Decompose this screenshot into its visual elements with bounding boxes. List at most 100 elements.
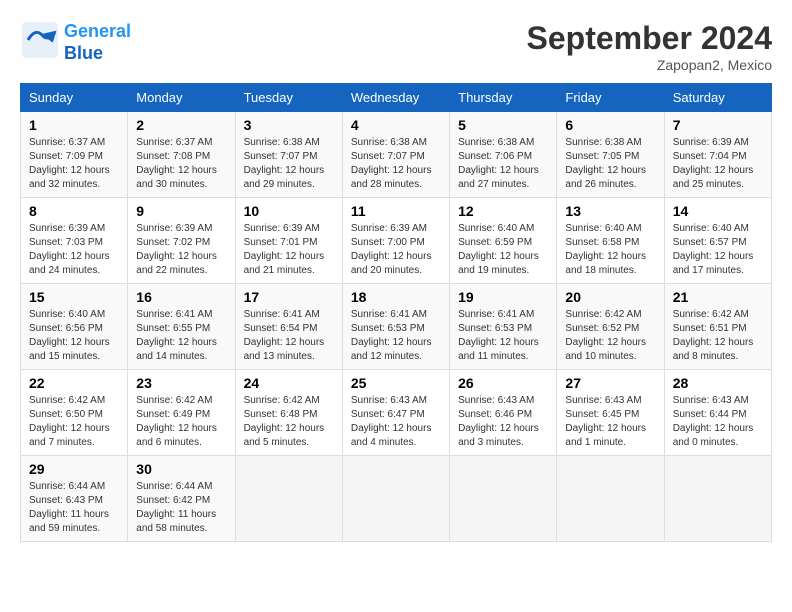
- day-number: 14: [673, 203, 763, 219]
- table-row: [342, 456, 449, 542]
- day-number: 17: [244, 289, 334, 305]
- day-number: 16: [136, 289, 226, 305]
- day-info: Sunrise: 6:42 AM Sunset: 6:49 PM Dayligh…: [136, 394, 226, 450]
- header-sunday: Sunday: [21, 84, 128, 112]
- day-number: 23: [136, 375, 226, 391]
- table-row: 9 Sunrise: 6:39 AM Sunset: 7:02 PM Daylig…: [128, 198, 235, 284]
- header-saturday: Saturday: [664, 84, 771, 112]
- day-number: 11: [351, 203, 441, 219]
- day-number: 19: [458, 289, 548, 305]
- day-info: Sunrise: 6:38 AM Sunset: 7:07 PM Dayligh…: [351, 136, 441, 192]
- day-number: 18: [351, 289, 441, 305]
- day-info: Sunrise: 6:37 AM Sunset: 7:09 PM Dayligh…: [29, 136, 119, 192]
- day-info: Sunrise: 6:39 AM Sunset: 7:01 PM Dayligh…: [244, 222, 334, 278]
- day-info: Sunrise: 6:39 AM Sunset: 7:02 PM Dayligh…: [136, 222, 226, 278]
- table-row: 30Sunrise: 6:44 AM Sunset: 6:42 PM Dayli…: [128, 456, 235, 542]
- table-row: 5 Sunrise: 6:38 AM Sunset: 7:06 PM Daylig…: [450, 112, 557, 198]
- table-row: 19 Sunrise: 6:41 AM Sunset: 6:53 PM Dayli…: [450, 284, 557, 370]
- logo-text: General Blue: [64, 21, 131, 64]
- header-thursday: Thursday: [450, 84, 557, 112]
- day-number: 7: [673, 117, 763, 133]
- table-row: 23 Sunrise: 6:42 AM Sunset: 6:49 PM Dayli…: [128, 370, 235, 456]
- table-row: [557, 456, 664, 542]
- page-header: General Blue September 2024 Zapopan2, Me…: [20, 20, 772, 73]
- day-info: Sunrise: 6:41 AM Sunset: 6:54 PM Dayligh…: [244, 308, 334, 364]
- table-row: 14 Sunrise: 6:40 AM Sunset: 6:57 PM Dayli…: [664, 198, 771, 284]
- day-number: 28: [673, 375, 763, 391]
- table-row: 18 Sunrise: 6:41 AM Sunset: 6:53 PM Dayli…: [342, 284, 449, 370]
- title-section: September 2024 Zapopan2, Mexico: [527, 20, 772, 73]
- day-number: 20: [565, 289, 655, 305]
- day-info: Sunrise: 6:38 AM Sunset: 7:06 PM Dayligh…: [458, 136, 548, 192]
- table-row: 26 Sunrise: 6:43 AM Sunset: 6:46 PM Dayli…: [450, 370, 557, 456]
- day-number: 5: [458, 117, 548, 133]
- header-wednesday: Wednesday: [342, 84, 449, 112]
- day-info: Sunrise: 6:42 AM Sunset: 6:48 PM Dayligh…: [244, 394, 334, 450]
- day-number: 6: [565, 117, 655, 133]
- day-info: Sunrise: 6:39 AM Sunset: 7:03 PM Dayligh…: [29, 222, 119, 278]
- day-number: 2: [136, 117, 226, 133]
- day-number: 24: [244, 375, 334, 391]
- day-info: Sunrise: 6:42 AM Sunset: 6:51 PM Dayligh…: [673, 308, 763, 364]
- calendar-week-row: 29 Sunrise: 6:44 AM Sunset: 6:43 PM Dayli…: [21, 456, 772, 542]
- table-row: 15Sunrise: 6:40 AM Sunset: 6:56 PM Dayli…: [21, 284, 128, 370]
- table-row: 4 Sunrise: 6:38 AM Sunset: 7:07 PM Daylig…: [342, 112, 449, 198]
- day-number: 22: [29, 375, 119, 391]
- calendar-header-row: Sunday Monday Tuesday Wednesday Thursday…: [21, 84, 772, 112]
- day-number: 9: [136, 203, 226, 219]
- calendar-week-row: 15Sunrise: 6:40 AM Sunset: 6:56 PM Dayli…: [21, 284, 772, 370]
- table-row: 21 Sunrise: 6:42 AM Sunset: 6:51 PM Dayli…: [664, 284, 771, 370]
- day-info: Sunrise: 6:39 AM Sunset: 7:00 PM Dayligh…: [351, 222, 441, 278]
- day-number: 1: [29, 117, 119, 133]
- calendar-week-row: 1 Sunrise: 6:37 AM Sunset: 7:09 PM Daylig…: [21, 112, 772, 198]
- day-info: Sunrise: 6:43 AM Sunset: 6:46 PM Dayligh…: [458, 394, 548, 450]
- day-number: 4: [351, 117, 441, 133]
- month-title: September 2024: [527, 20, 772, 57]
- table-row: 20 Sunrise: 6:42 AM Sunset: 6:52 PM Dayli…: [557, 284, 664, 370]
- day-number: 8: [29, 203, 119, 219]
- table-row: 11 Sunrise: 6:39 AM Sunset: 7:00 PM Dayli…: [342, 198, 449, 284]
- day-info: Sunrise: 6:43 AM Sunset: 6:47 PM Dayligh…: [351, 394, 441, 450]
- day-info: Sunrise: 6:38 AM Sunset: 7:05 PM Dayligh…: [565, 136, 655, 192]
- day-number: 21: [673, 289, 763, 305]
- day-info: Sunrise: 6:38 AM Sunset: 7:07 PM Dayligh…: [244, 136, 334, 192]
- table-row: 25Sunrise: 6:43 AM Sunset: 6:47 PM Dayli…: [342, 370, 449, 456]
- day-info: Sunrise: 6:42 AM Sunset: 6:52 PM Dayligh…: [565, 308, 655, 364]
- day-number: 10: [244, 203, 334, 219]
- table-row: 28Sunrise: 6:43 AM Sunset: 6:44 PM Dayli…: [664, 370, 771, 456]
- table-row: 29 Sunrise: 6:44 AM Sunset: 6:43 PM Dayli…: [21, 456, 128, 542]
- table-row: 16 Sunrise: 6:41 AM Sunset: 6:55 PM Dayli…: [128, 284, 235, 370]
- day-info: Sunrise: 6:44 AM Sunset: 6:43 PM Dayligh…: [29, 480, 119, 536]
- table-row: 24 Sunrise: 6:42 AM Sunset: 6:48 PM Dayli…: [235, 370, 342, 456]
- day-info: Sunrise: 6:39 AM Sunset: 7:04 PM Dayligh…: [673, 136, 763, 192]
- header-tuesday: Tuesday: [235, 84, 342, 112]
- header-friday: Friday: [557, 84, 664, 112]
- calendar-week-row: 8 Sunrise: 6:39 AM Sunset: 7:03 PM Daylig…: [21, 198, 772, 284]
- table-row: 3 Sunrise: 6:38 AM Sunset: 7:07 PM Daylig…: [235, 112, 342, 198]
- day-info: Sunrise: 6:40 AM Sunset: 6:57 PM Dayligh…: [673, 222, 763, 278]
- calendar-body: 1 Sunrise: 6:37 AM Sunset: 7:09 PM Daylig…: [21, 112, 772, 542]
- logo: General Blue: [20, 20, 131, 65]
- day-info: Sunrise: 6:40 AM Sunset: 6:59 PM Dayligh…: [458, 222, 548, 278]
- day-info: Sunrise: 6:41 AM Sunset: 6:53 PM Dayligh…: [458, 308, 548, 364]
- table-row: 8 Sunrise: 6:39 AM Sunset: 7:03 PM Daylig…: [21, 198, 128, 284]
- logo-icon: [20, 20, 60, 60]
- day-info: Sunrise: 6:42 AM Sunset: 6:50 PM Dayligh…: [29, 394, 119, 450]
- table-row: 17 Sunrise: 6:41 AM Sunset: 6:54 PM Dayli…: [235, 284, 342, 370]
- table-row: 22 Sunrise: 6:42 AM Sunset: 6:50 PM Dayli…: [21, 370, 128, 456]
- day-info: Sunrise: 6:43 AM Sunset: 6:45 PM Dayligh…: [565, 394, 655, 450]
- day-number: 13: [565, 203, 655, 219]
- day-number: 3: [244, 117, 334, 133]
- calendar-table: Sunday Monday Tuesday Wednesday Thursday…: [20, 83, 772, 542]
- table-row: 1 Sunrise: 6:37 AM Sunset: 7:09 PM Daylig…: [21, 112, 128, 198]
- table-row: 27Sunrise: 6:43 AM Sunset: 6:45 PM Dayli…: [557, 370, 664, 456]
- day-number: 29: [29, 461, 119, 477]
- day-info: Sunrise: 6:44 AM Sunset: 6:42 PM Dayligh…: [136, 480, 226, 536]
- day-number: 26: [458, 375, 548, 391]
- day-info: Sunrise: 6:41 AM Sunset: 6:55 PM Dayligh…: [136, 308, 226, 364]
- table-row: 6 Sunrise: 6:38 AM Sunset: 7:05 PM Daylig…: [557, 112, 664, 198]
- location: Zapopan2, Mexico: [527, 57, 772, 73]
- day-info: Sunrise: 6:41 AM Sunset: 6:53 PM Dayligh…: [351, 308, 441, 364]
- table-row: 13Sunrise: 6:40 AM Sunset: 6:58 PM Dayli…: [557, 198, 664, 284]
- table-row: 12Sunrise: 6:40 AM Sunset: 6:59 PM Dayli…: [450, 198, 557, 284]
